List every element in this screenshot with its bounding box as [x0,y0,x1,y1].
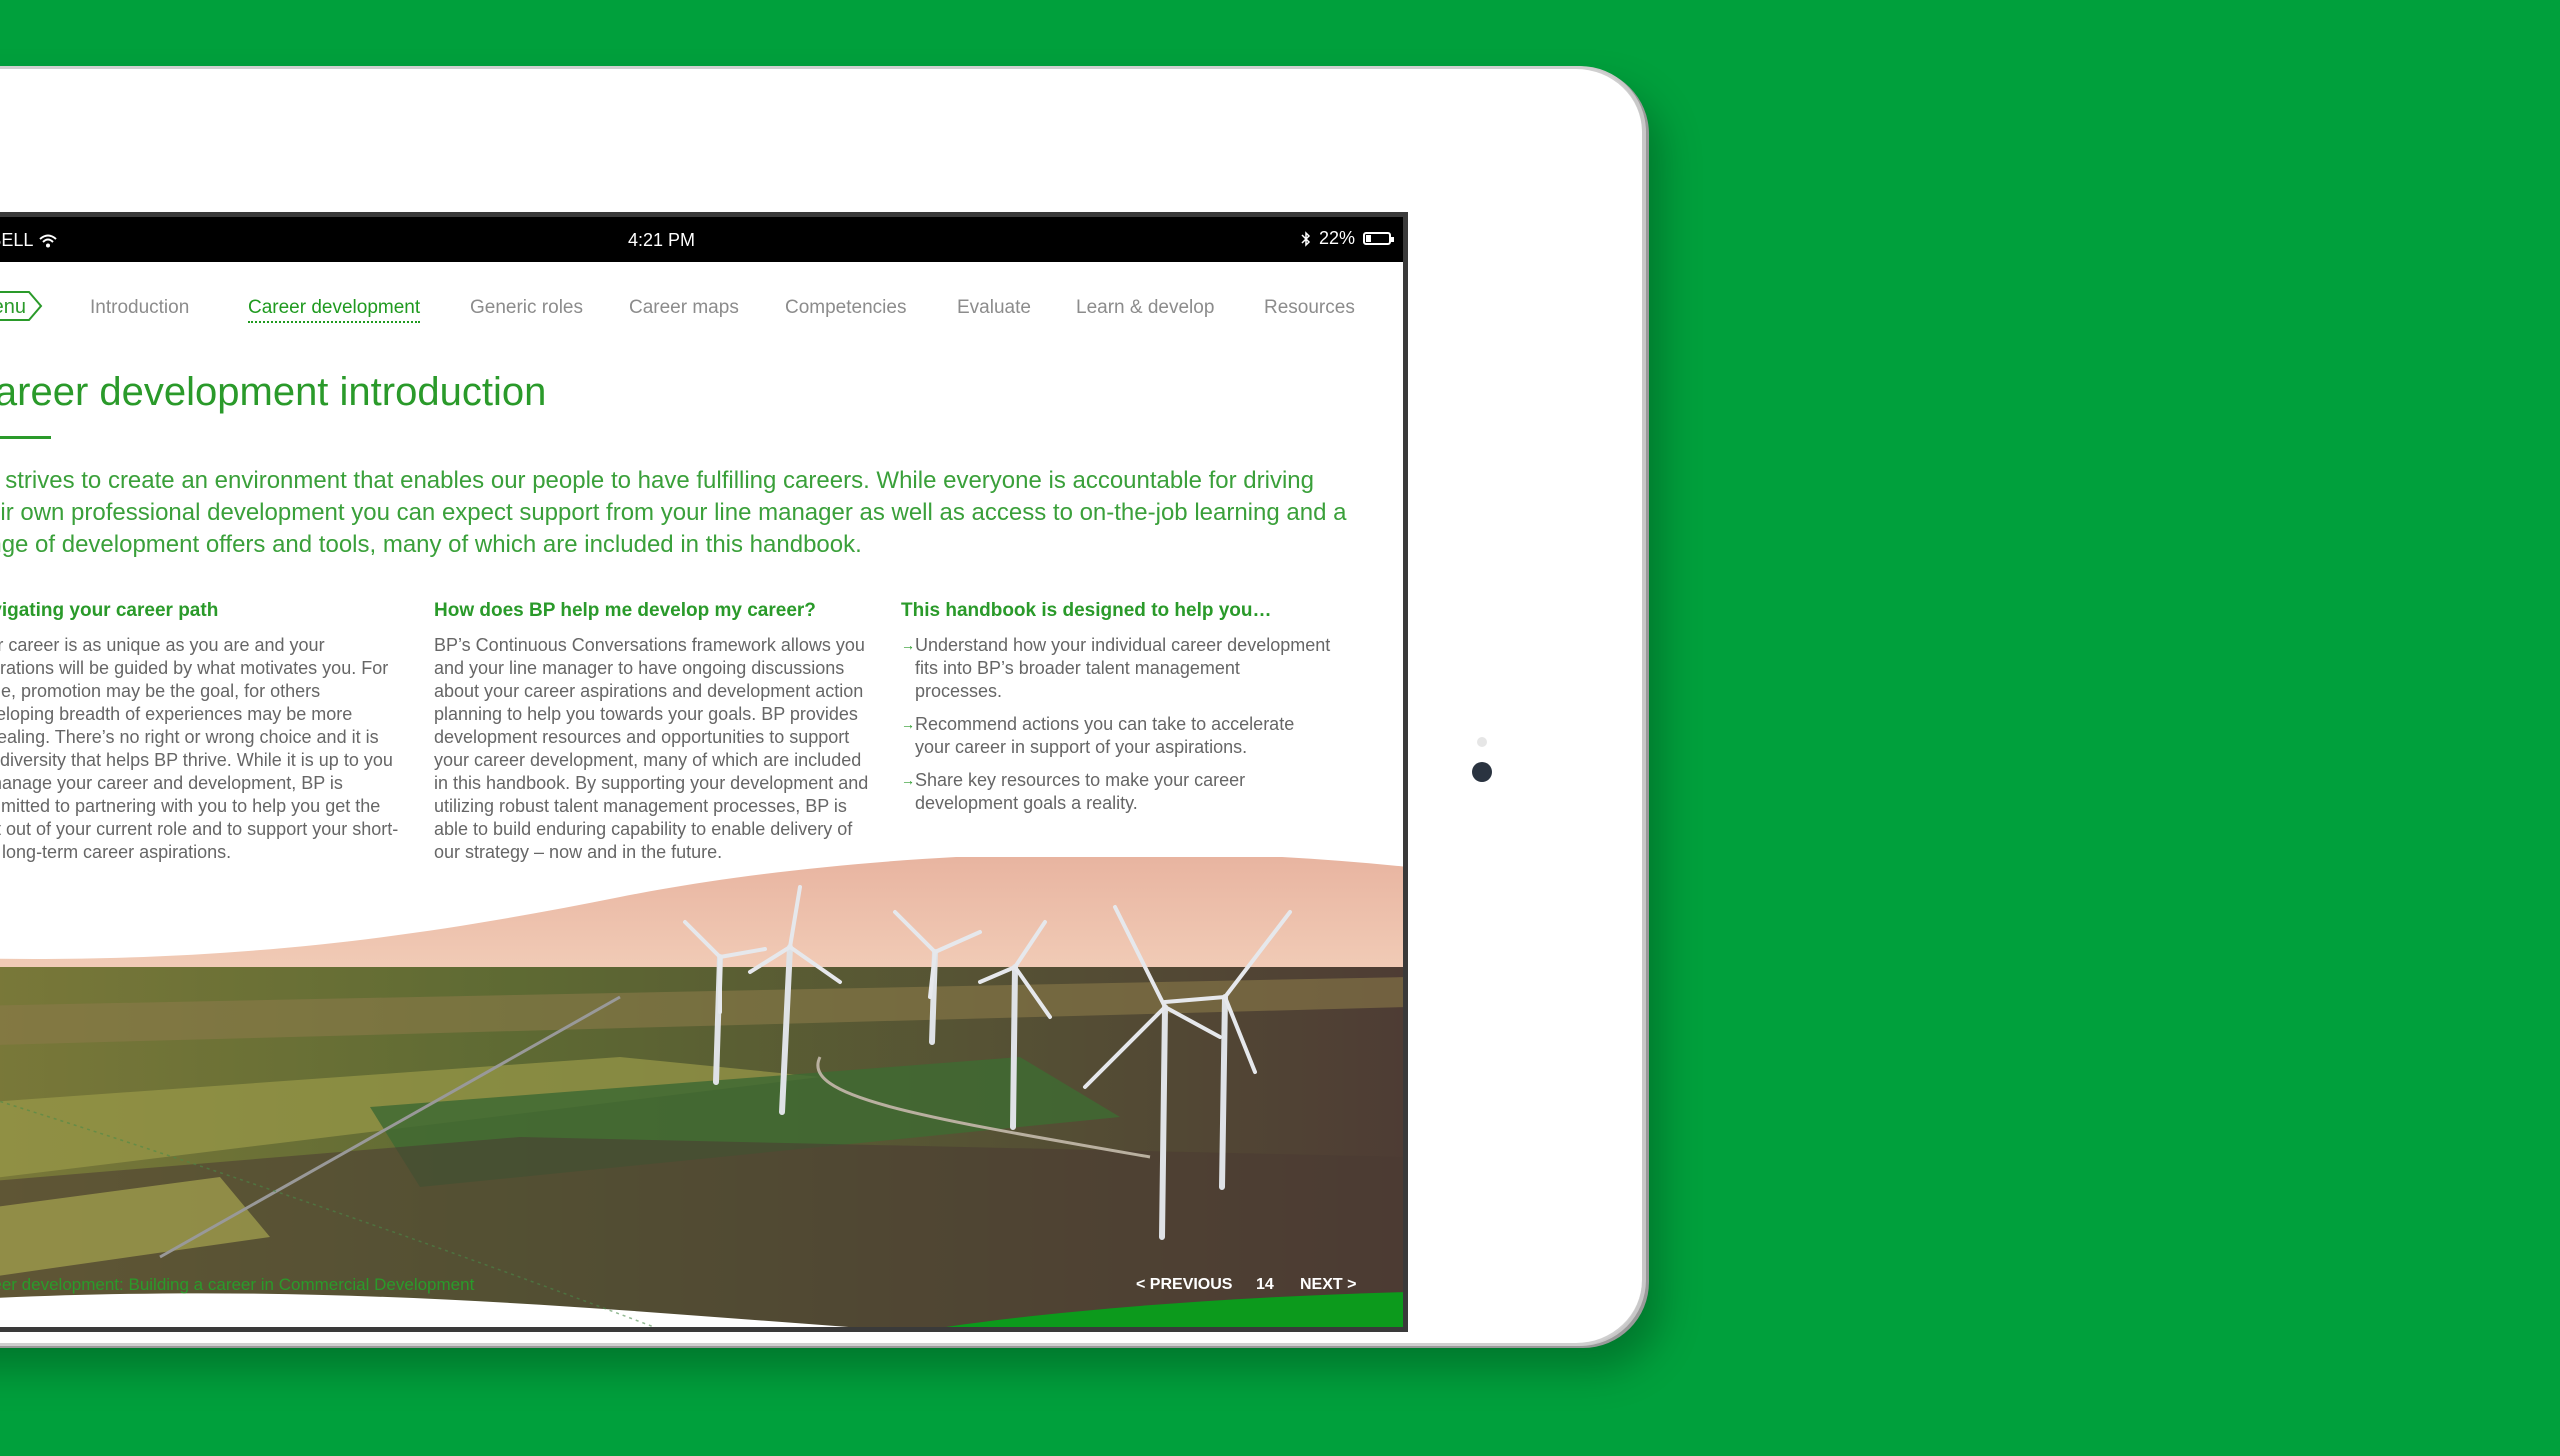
bullet-arrow-icon: → [901,716,915,732]
tablet-screen: ●●●○○ BELL 4:21 PM 22% [0,212,1408,1332]
menu-button[interactable]: Menu [0,291,43,321]
page-title: Career development introduction [0,370,547,414]
column-body: BP’s Continuous Conversations framework … [434,635,869,862]
list-item-text: Understand how your individual career de… [915,635,1331,701]
bullet-list: → Understand how your individual career d… [901,634,1331,815]
tablet-frame: ●●●○○ BELL 4:21 PM 22% [0,66,1642,1346]
column-body: Your career is as unique as you are and … [0,635,399,862]
list-item-text: Share key resources to make your career … [915,770,1246,813]
intro-paragraph: BP strives to create an environment that… [0,467,1347,558]
nav-item-career-development[interactable]: Career development [248,297,421,323]
menu-label: Menu [0,296,27,318]
nav-item-learn-develop[interactable]: Learn & develop [1076,297,1214,319]
nav-item-generic-roles[interactable]: Generic roles [470,297,583,319]
list-item-text: Recommend actions you can take to accele… [915,714,1295,757]
column-how-bp-helps: How does BP help me develop my career? B… [434,600,874,864]
column-heading: Navigating your career path [0,600,219,621]
wind-farm-photo [0,857,1403,1327]
nav-item-evaluate[interactable]: Evaluate [957,297,1031,319]
page-number: 14 [1256,1276,1274,1293]
list-item: → Understand how your individual career d… [901,634,1331,703]
list-item: → Recommend actions you can take to accel… [901,713,1331,759]
column-handbook-help: This handbook is designed to help you… →… [901,600,1331,825]
bluetooth-icon [1301,230,1311,247]
column-heading: How does BP help me develop my career? [434,600,816,621]
battery-icon [1363,232,1394,245]
top-navigation: Menu Introduction Career development Gen… [0,289,1403,329]
footer-caption: Career development: Building a career in… [0,1275,475,1294]
column-navigating: Navigating your career path Your career … [0,600,407,864]
battery-percent: 22% [1318,228,1355,248]
nav-item-career-maps[interactable]: Career maps [629,297,739,319]
column-heading: This handbook is designed to help you… [901,600,1272,621]
status-right: 22% [1301,228,1394,249]
status-bar: ●●●○○ BELL 4:21 PM 22% [0,217,1403,262]
nav-item-competencies[interactable]: Competencies [785,297,906,319]
previous-button[interactable]: < PREVIOUS [1136,1276,1232,1294]
list-item: → Share key resources to make your career… [901,769,1331,815]
bullet-arrow-icon: → [901,637,915,653]
home-button[interactable] [1472,762,1492,782]
nav-item-introduction[interactable]: Introduction [90,297,189,319]
bullet-arrow-icon: → [901,772,915,788]
camera-dot [1477,737,1487,747]
nav-item-resources[interactable]: Resources [1264,297,1355,319]
title-underline [0,436,51,439]
status-time: 4:21 PM [627,230,696,250]
next-button[interactable]: NEXT > [1300,1276,1356,1294]
